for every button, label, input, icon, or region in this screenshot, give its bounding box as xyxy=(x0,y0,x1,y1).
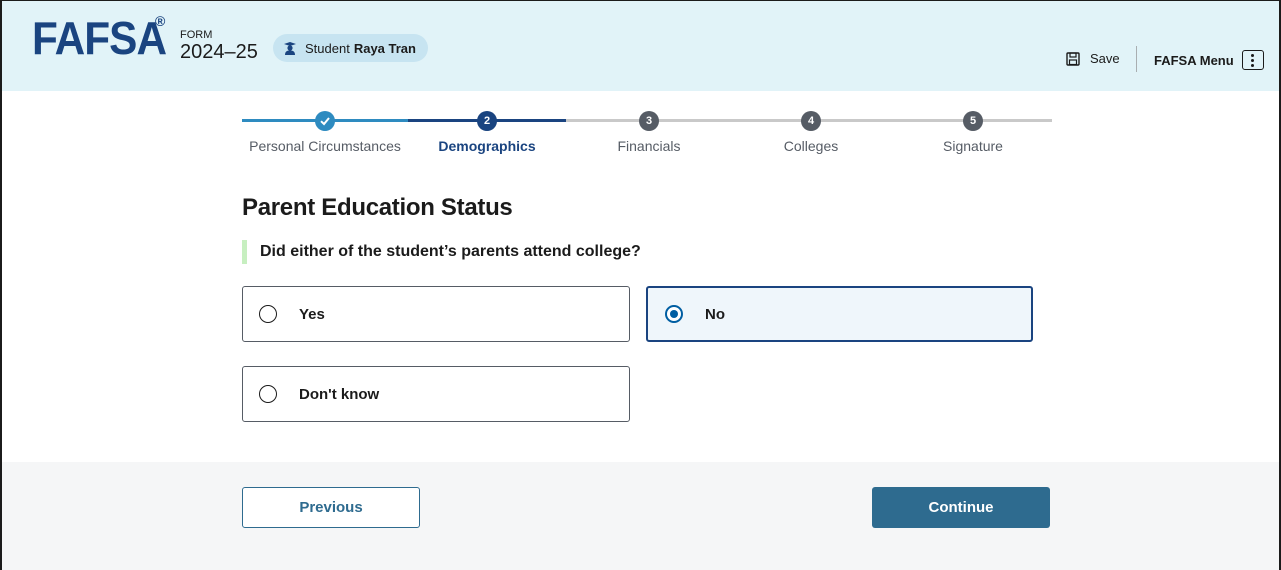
option-dont-know[interactable]: Don't know xyxy=(242,366,630,422)
step-5-number: 5 xyxy=(963,111,983,131)
save-button[interactable]: Save xyxy=(1066,51,1120,66)
registered-mark: ® xyxy=(155,13,166,29)
fafsa-menu-button[interactable]: FAFSA Menu xyxy=(1154,50,1264,70)
more-vertical-icon xyxy=(1241,50,1264,70)
menu-label: FAFSA Menu xyxy=(1154,52,1234,68)
step-2-number: 2 xyxy=(477,111,497,131)
step-1-complete-icon xyxy=(315,111,335,131)
step-3-number: 3 xyxy=(639,111,659,131)
option-label: No xyxy=(705,305,725,323)
student-name: Raya Tran xyxy=(353,40,416,56)
header-divider xyxy=(1136,46,1137,72)
save-icon xyxy=(1066,51,1080,66)
radio-yes[interactable] xyxy=(259,305,277,323)
form-label: FORM xyxy=(180,29,213,41)
step-label-colleges: Colleges xyxy=(783,138,839,154)
save-label: Save xyxy=(1090,51,1120,66)
radio-no[interactable] xyxy=(665,305,683,323)
site-header: FAFSA ® FORM 2024–25 Student Raya Tran S… xyxy=(2,1,1279,91)
step-label-financials: Financials xyxy=(617,138,681,154)
continue-button[interactable]: Continue xyxy=(872,487,1050,528)
form-year: 2024–25 xyxy=(180,41,258,63)
question-text: Did either of the student’s parents atte… xyxy=(242,240,641,264)
page-title: Parent Education Status xyxy=(242,194,513,221)
option-label: Yes xyxy=(299,305,325,323)
previous-button[interactable]: Previous xyxy=(242,487,420,528)
step-label-demographics: Demographics xyxy=(438,138,536,154)
option-label: Don't know xyxy=(299,385,380,403)
step-label-personal-circumstances: Personal Circumstances xyxy=(249,138,401,154)
student-role: Student xyxy=(305,40,350,56)
step-label-signature: Signature xyxy=(943,138,1003,154)
progress-stepper: 2 3 4 5 Personal Circumstances Demograph… xyxy=(242,106,1052,166)
fafsa-logo[interactable]: FAFSA xyxy=(32,15,167,61)
step-4-number: 4 xyxy=(801,111,821,131)
option-yes[interactable]: Yes xyxy=(242,286,630,342)
student-badge: Student Raya Tran xyxy=(273,34,428,62)
radio-dont-know[interactable] xyxy=(259,385,277,403)
student-icon xyxy=(283,41,297,55)
footer-bar xyxy=(2,462,1279,570)
option-no[interactable]: No xyxy=(646,286,1033,342)
